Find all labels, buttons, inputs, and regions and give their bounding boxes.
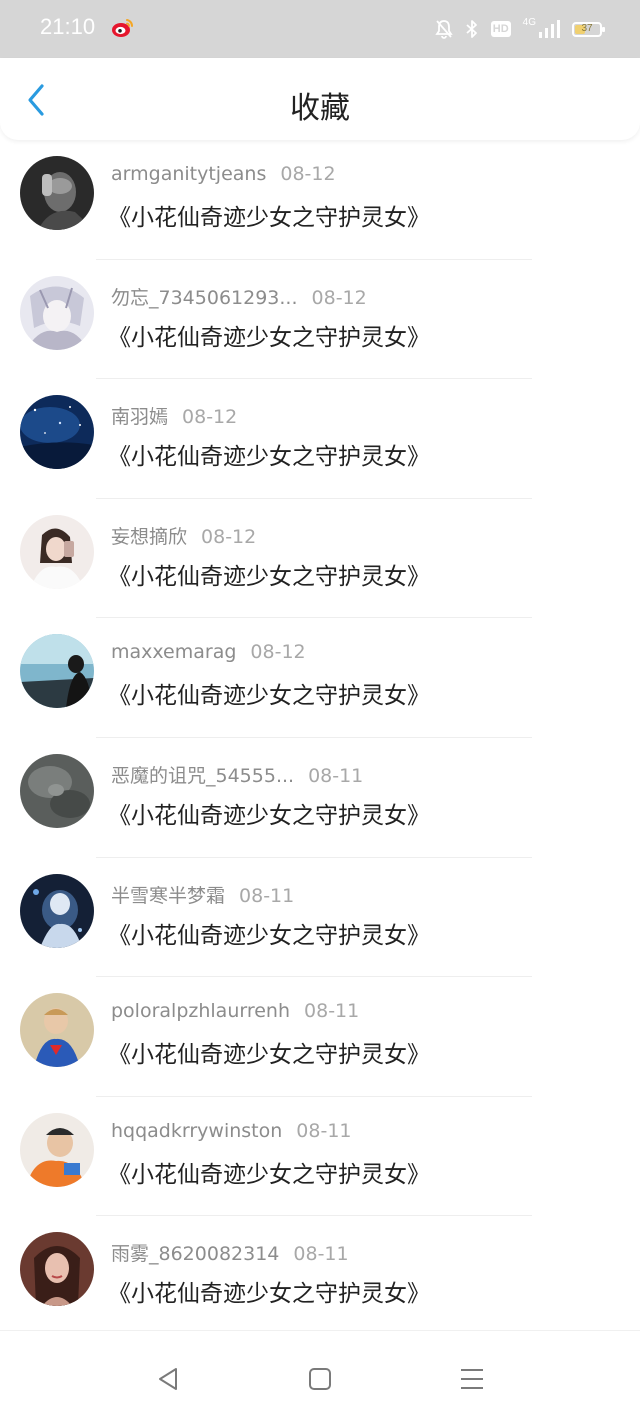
list-item[interactable]: hqqadkrrywinston 08-11 《小花仙奇迹少女之守护灵女》 <box>0 1097 640 1217</box>
item-title: 《小花仙奇迹少女之守护灵女》 <box>108 324 430 351</box>
avatar[interactable] <box>20 1112 94 1187</box>
list-item[interactable]: 妄想摘欣 08-12 《小花仙奇迹少女之守护灵女》 <box>0 499 640 619</box>
avatar[interactable] <box>20 275 94 350</box>
network-label: 4G <box>522 16 536 28</box>
item-meta: 勿忘_7345061293... 08-12 <box>111 283 367 310</box>
item-meta: maxxemarag 08-12 <box>111 641 306 663</box>
bell-off-icon <box>435 19 453 39</box>
item-title: 《小花仙奇迹少女之守护灵女》 <box>108 683 430 710</box>
item-meta: armganitytjeans 08-12 <box>111 163 336 185</box>
list-item[interactable]: 雨雾_8620082314 08-11 《小花仙奇迹少女之守护灵女》 <box>0 1216 640 1336</box>
item-meta: 南羽嫣 08-12 <box>111 402 237 429</box>
item-date: 08-11 <box>239 884 295 907</box>
status-icons: HD 4G 37 <box>435 16 605 42</box>
system-nav-bar <box>0 1330 640 1423</box>
item-meta: 恶魔的诅咒_54555... 08-11 <box>111 761 363 788</box>
nav-menu-button[interactable] <box>458 1367 486 1395</box>
item-date: 08-12 <box>250 641 306 664</box>
list-item[interactable]: armganitytjeans 08-12 《小花仙奇迹少女之守护灵女》 <box>0 140 640 260</box>
item-title: 《小花仙奇迹少女之守护灵女》 <box>108 922 430 949</box>
signal-icon <box>538 19 560 39</box>
list-item[interactable]: 半雪寒半梦霜 08-11 《小花仙奇迹少女之守护灵女》 <box>0 858 640 978</box>
avatar[interactable] <box>20 395 94 470</box>
avatar[interactable] <box>20 873 94 948</box>
item-date: 08-12 <box>201 525 257 548</box>
item-title: 《小花仙奇迹少女之守护灵女》 <box>108 205 430 231</box>
item-date: 08-12 <box>311 286 367 309</box>
bluetooth-icon <box>465 19 479 39</box>
square-home-icon <box>308 1367 332 1395</box>
item-title: 《小花仙奇迹少女之守护灵女》 <box>108 444 430 471</box>
battery-icon: 37 <box>572 21 605 37</box>
status-time: 21:10 <box>40 14 96 39</box>
item-meta: poloralpzhlaurrenh 08-11 <box>111 1000 359 1022</box>
item-meta: 雨雾_8620082314 08-11 <box>111 1239 349 1266</box>
status-bar: 21:10 HD 4G 37 <box>0 0 640 58</box>
username: 雨雾_8620082314 <box>111 1243 280 1266</box>
item-date: 08-11 <box>304 1000 360 1023</box>
avatar[interactable] <box>20 753 94 828</box>
nav-back-button[interactable] <box>154 1367 182 1395</box>
hamburger-menu-icon <box>460 1367 484 1395</box>
list-item[interactable]: 南羽嫣 08-12 《小花仙奇迹少女之守护灵女》 <box>0 379 640 499</box>
item-title: 《小花仙奇迹少女之守护灵女》 <box>108 1042 430 1069</box>
item-title: 《小花仙奇迹少女之守护灵女》 <box>108 802 430 829</box>
weibo-icon <box>110 16 134 40</box>
avatar[interactable] <box>20 993 94 1068</box>
page-title: 收藏 <box>290 91 350 126</box>
favorites-list: armganitytjeans 08-12 《小花仙奇迹少女之守护灵女》 勿忘_7… <box>0 140 640 1336</box>
item-date: 08-11 <box>296 1119 352 1142</box>
header: 收藏 <box>0 58 640 140</box>
avatar[interactable] <box>20 634 94 709</box>
avatar[interactable] <box>20 1232 94 1307</box>
item-date: 08-11 <box>308 764 364 787</box>
username: 半雪寒半梦霜 <box>111 884 226 907</box>
username: 南羽嫣 <box>111 406 169 429</box>
username: armganitytjeans <box>111 163 267 185</box>
list-item[interactable]: 恶魔的诅咒_54555... 08-11 《小花仙奇迹少女之守护灵女》 <box>0 738 640 858</box>
triangle-back-icon <box>156 1366 180 1396</box>
username: 勿忘_7345061293... <box>111 286 298 309</box>
username: 妄想摘欣 <box>111 525 188 548</box>
list-item[interactable]: poloralpzhlaurrenh 08-11 《小花仙奇迹少女之守护灵女》 <box>0 977 640 1097</box>
item-date: 08-12 <box>182 406 238 429</box>
username: 恶魔的诅咒_54555... <box>111 764 295 787</box>
item-meta: 妄想摘欣 08-12 <box>111 522 256 549</box>
username: hqqadkrrywinston <box>111 1119 283 1142</box>
item-title: 《小花仙奇迹少女之守护灵女》 <box>108 1161 430 1188</box>
battery-level: 37 <box>581 22 593 34</box>
username: maxxemarag <box>111 641 237 664</box>
item-date: 08-11 <box>293 1243 349 1266</box>
item-meta: hqqadkrrywinston 08-11 <box>111 1120 352 1142</box>
list-item[interactable]: 勿忘_7345061293... 08-12 《小花仙奇迹少女之守护灵女》 <box>0 260 640 380</box>
item-title: 《小花仙奇迹少女之守护灵女》 <box>108 1281 430 1308</box>
nav-home-button[interactable] <box>306 1367 334 1395</box>
avatar[interactable] <box>20 156 94 230</box>
item-meta: 半雪寒半梦霜 08-11 <box>111 881 294 908</box>
username: poloralpzhlaurrenh <box>111 1000 291 1023</box>
item-title: 《小花仙奇迹少女之守护灵女》 <box>108 563 430 590</box>
item-date: 08-12 <box>280 163 336 185</box>
avatar[interactable] <box>20 514 94 589</box>
list-item[interactable]: maxxemarag 08-12 《小花仙奇迹少女之守护灵女》 <box>0 618 640 738</box>
hd-badge: HD <box>490 21 511 37</box>
